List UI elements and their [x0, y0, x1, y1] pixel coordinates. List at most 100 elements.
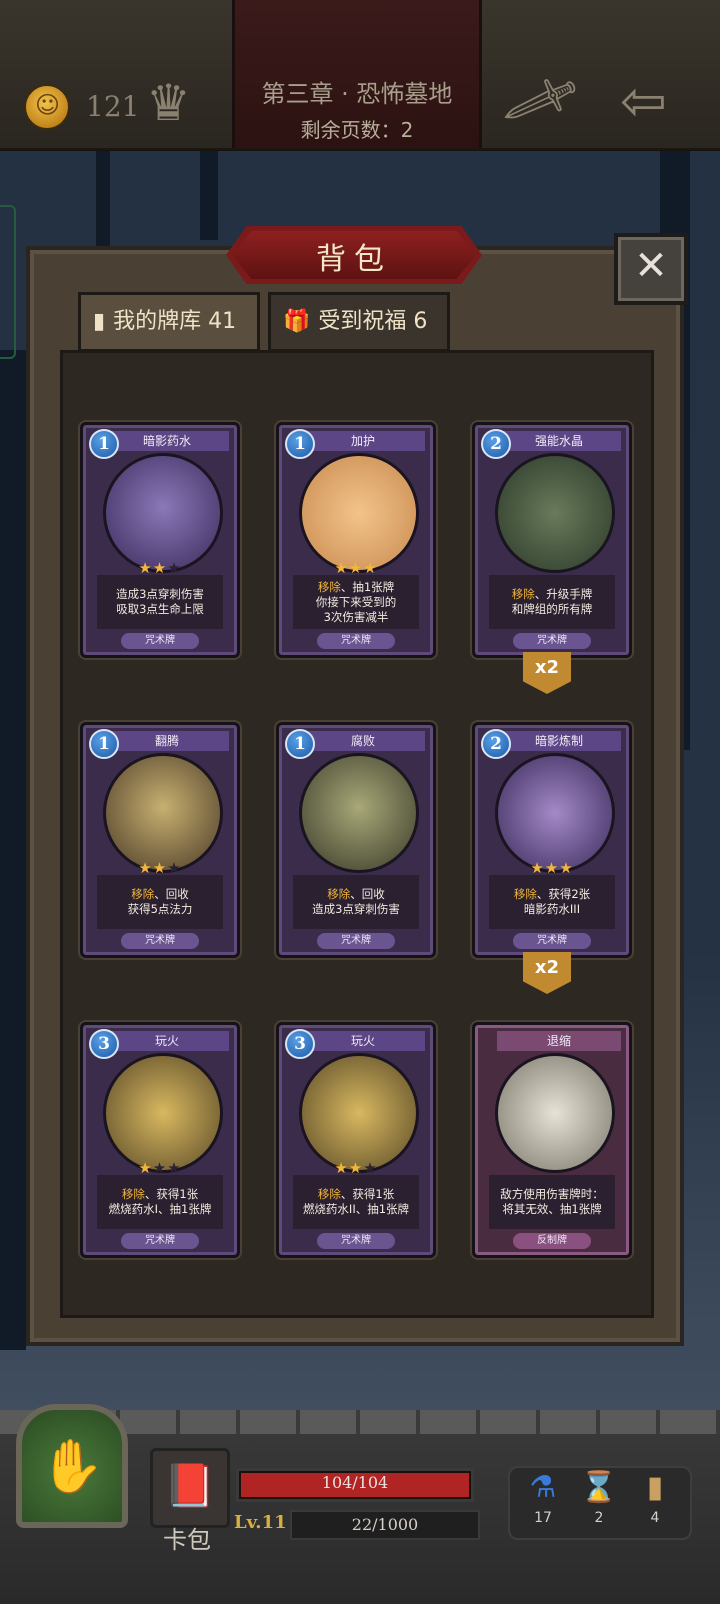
card-description: 移除、获得1张 燃烧药水I、抽1张牌: [97, 1175, 223, 1229]
card[interactable]: 强能水晶 2 移除、升级手牌 和牌组的所有牌 咒术牌: [472, 422, 632, 658]
dialog-title: 背包: [316, 242, 392, 277]
card[interactable]: 暗影炼制 2 ★★★ 移除、获得2张 暗影药水III 咒术牌: [472, 722, 632, 958]
tab-blessings[interactable]: 🎁 受到祝福 6: [268, 292, 450, 352]
desc-line: 移除、获得1张: [122, 1187, 198, 1202]
card-art: [299, 753, 419, 873]
desc-keyword: 移除: [131, 887, 155, 901]
card-cost: 3: [89, 1029, 119, 1059]
desc-keyword: 移除: [317, 1187, 341, 1201]
desc-line: 移除、升级手牌: [512, 587, 593, 602]
card-description: 移除、回收 获得5点法力: [97, 875, 223, 929]
level-label: Lv.11: [234, 1512, 287, 1533]
xp-bar: 22/1000: [290, 1510, 480, 1540]
close-button[interactable]: ✕: [614, 233, 688, 305]
tab-label: 受到祝福 6: [318, 309, 428, 334]
resource-cards[interactable]: ▮ 4: [630, 1470, 680, 1526]
card[interactable]: 暗影药水 1 ★★★ 造成3点穿刺伤害 吸取3点生命上限 咒术牌: [80, 422, 240, 658]
xp-text: 22/1000: [351, 1515, 419, 1534]
card-name: 翻腾: [105, 731, 229, 751]
card-name: 暗影药水: [105, 431, 229, 451]
desc-line: 移除、获得1张: [318, 1187, 394, 1202]
card-type: 咒术牌: [317, 633, 395, 649]
desc-line: 将其无效、抽1张牌: [502, 1202, 602, 1216]
sword-icon[interactable]: 🗡: [496, 59, 585, 144]
desc-line: 获得5点法力: [127, 902, 193, 916]
desc-line: 敌方使用伤害牌时：: [500, 1187, 604, 1202]
card-cost: 1: [285, 729, 315, 759]
card[interactable]: 翻腾 1 ★★★ 移除、回收 获得5点法力 咒术牌: [80, 722, 240, 958]
card-type: 咒术牌: [317, 933, 395, 949]
chapter-title: 第三章 · 恐怖墓地: [261, 80, 453, 108]
desc-line: 和牌组的所有牌: [511, 602, 593, 616]
desc-text: 、升级手牌: [534, 587, 593, 601]
card-art: [495, 453, 615, 573]
card-type: 咒术牌: [317, 1233, 395, 1249]
card-art: [299, 453, 419, 573]
deck-button[interactable]: 📕: [150, 1448, 230, 1528]
potion-icon: ⚗: [529, 1470, 557, 1505]
card-type: 咒术牌: [513, 633, 591, 649]
hourglass-icon: ⌛: [580, 1470, 618, 1505]
card-description: 移除、升级手牌 和牌组的所有牌: [489, 575, 615, 629]
card-type: 反制牌: [513, 1233, 591, 1249]
cards-icon: ▮: [93, 309, 106, 334]
card-type: 咒术牌: [513, 933, 591, 949]
pages-left: 剩余页数：2: [300, 118, 414, 142]
desc-line: 你接下来受到的: [315, 594, 397, 609]
top-bar: 121 ♛ 第三章 · 恐怖墓地 剩余页数：2 🗡 ⇦: [0, 0, 720, 151]
card-name: 腐败: [301, 731, 425, 751]
card-cost: 2: [481, 729, 511, 759]
desc-line: 移除、回收: [131, 887, 189, 902]
card[interactable]: 玩火 3 ★★★ 移除、获得1张 燃烧药水I、抽1张牌 咒术牌: [80, 1022, 240, 1258]
desc-text: 敌方使用伤害牌时：: [500, 1187, 604, 1201]
deck-label: 卡包: [163, 1526, 211, 1554]
card-description: 移除、抽1张牌 你接下来受到的 3次伤害减半: [293, 575, 419, 629]
resource-value: 17: [534, 1510, 552, 1526]
desc-line: 造成3点穿刺伤害: [116, 587, 204, 602]
resource-potion[interactable]: ⚗ 17: [518, 1470, 568, 1526]
resource-value: 2: [594, 1510, 604, 1526]
desc-line: 移除、抽1张牌: [318, 580, 394, 595]
card-cost: 1: [285, 429, 315, 459]
card-name: 玩火: [301, 1031, 425, 1051]
desc-text: 、获得1张: [144, 1187, 199, 1201]
desc-text: 、回收: [154, 887, 189, 901]
card[interactable]: 腐败 1 移除、回收 造成3点穿刺伤害咒术牌: [276, 722, 436, 958]
tab-my-deck[interactable]: ▮ 我的牌库 41: [78, 292, 260, 352]
card-art: [103, 753, 223, 873]
card-description: 造成3点穿刺伤害 吸取3点生命上限: [97, 575, 223, 629]
desc-line: 造成3点穿刺伤害: [312, 902, 400, 916]
card[interactable]: 加护 1 ★★★ 移除、抽1张牌 你接下来受到的 3次伤害减半 咒术牌: [276, 422, 436, 658]
desc-line: 吸取3点生命上限: [116, 602, 204, 616]
resource-value: 4: [650, 1510, 660, 1526]
card-art: [103, 453, 223, 573]
close-icon: ✕: [634, 243, 668, 289]
gift-icon: 🎁: [283, 309, 311, 334]
card-description: 移除、回收 造成3点穿刺伤害: [293, 875, 419, 929]
desc-line: 3次伤害减半: [323, 609, 389, 624]
desc-text: 造成3点穿刺伤害: [116, 587, 204, 601]
card[interactable]: 玩火 3 ★★★ 移除、获得1张 燃烧药水II、抽1张牌 咒术牌: [276, 1022, 436, 1258]
card-name: 退缩: [497, 1031, 621, 1051]
coin-icon: [24, 84, 70, 130]
desc-text: 、抽1张牌: [340, 579, 395, 594]
crown-icon[interactable]: ♛: [146, 78, 191, 128]
desc-keyword: 移除: [511, 587, 535, 601]
gold-count: 121: [86, 90, 140, 123]
desc-keyword: 移除: [513, 887, 537, 901]
desc-text: 、获得1张: [340, 1187, 395, 1201]
card-cost: 1: [89, 729, 119, 759]
card-name: 暗影炼制: [497, 731, 621, 751]
card-cost: 1: [89, 429, 119, 459]
desc-keyword: 移除: [317, 579, 341, 594]
desc-text: 、获得2张: [536, 887, 591, 901]
hero-portrait[interactable]: ✋: [16, 1404, 128, 1528]
card-description: 移除、获得2张 暗影药水III: [489, 875, 615, 929]
resource-hourglass[interactable]: ⌛ 2: [574, 1470, 624, 1526]
card-type: 咒术牌: [121, 933, 199, 949]
card[interactable]: 退缩敌方使用伤害牌时： 将其无效、抽1张牌 反制牌: [472, 1022, 632, 1258]
hero-icon: ✋: [39, 1437, 105, 1497]
back-arrow-icon[interactable]: ⇦: [620, 74, 667, 130]
desc-line: 燃烧药水I、抽1张牌: [108, 1202, 212, 1216]
card-art: [299, 1053, 419, 1173]
